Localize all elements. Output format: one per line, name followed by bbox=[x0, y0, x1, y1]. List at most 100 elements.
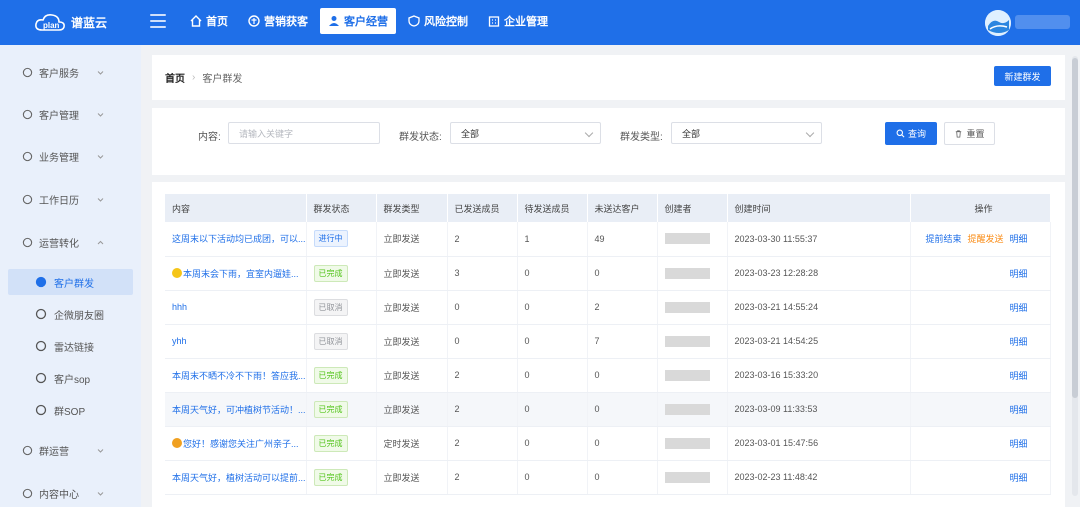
type-select[interactable]: 全部 bbox=[671, 122, 822, 144]
table-row[interactable]: 本周天气好，可冲植树节活动！... 已完成 立即发送 2 0 0 2023-03-09 11… bbox=[165, 392, 1051, 427]
content-search-input[interactable]: 请输入关键字 bbox=[228, 122, 380, 144]
row-action-link[interactable]: 提醒发送 bbox=[967, 234, 1003, 244]
row-action-link[interactable]: 明细 bbox=[1009, 439, 1027, 449]
content-cell[interactable]: 本周天气好，可冲植树节活动！... bbox=[165, 392, 307, 427]
table-row[interactable]: 本周末不晒不冷不下雨！答应我... 已完成 立即发送 2 0 0 2023-03-16 15… bbox=[165, 358, 1051, 393]
row-action-link[interactable]: 明细 bbox=[1009, 337, 1027, 347]
query-button[interactable]: 查询 bbox=[885, 122, 937, 145]
status-cell: 进行中 bbox=[306, 222, 377, 257]
nav-item-2[interactable]: 客户经营 bbox=[320, 8, 396, 34]
sidebar-subitem-4[interactable]: 群SOP bbox=[8, 397, 133, 423]
pending-cell: 0 bbox=[517, 256, 588, 291]
table-row[interactable]: 您好！感谢您关注广州亲子... 已完成 定时发送 2 0 0 2023-03-01 15:4… bbox=[165, 426, 1051, 461]
sidebar-subitem-1[interactable]: 企微朋友圈 bbox=[8, 301, 133, 327]
table-row[interactable]: hhh 已取消 立即发送 0 0 2 2023-03-21 14:55:24 明细 bbox=[165, 290, 1051, 325]
creator-blurred bbox=[664, 267, 710, 279]
content-link[interactable]: hhh bbox=[172, 302, 187, 312]
actions-cell: 明细 bbox=[910, 358, 1051, 393]
content-cell[interactable]: 您好！感谢您关注广州亲子... bbox=[165, 426, 307, 461]
row-action-link[interactable]: 明细 bbox=[1009, 303, 1027, 313]
status-filter-label: 群发状态: bbox=[399, 132, 442, 143]
sidebar-subitem-2[interactable]: 雷达链接 bbox=[8, 333, 133, 359]
type-cell: 立即发送 bbox=[376, 392, 448, 427]
content-link[interactable]: yhh bbox=[172, 336, 187, 346]
sidebar-item-6[interactable]: 内容中心 bbox=[0, 480, 141, 506]
sidebar-item-1[interactable]: 客户管理 bbox=[0, 101, 141, 127]
breadcrumb-home[interactable]: 首页 bbox=[165, 70, 185, 85]
sidebar-subitem-label: 群SOP bbox=[54, 406, 86, 418]
table-row[interactable]: yhh 已取消 立即发送 0 0 7 2023-03-21 14:54:25 明细 bbox=[165, 324, 1051, 359]
nav-item-3[interactable]: 风险控制 bbox=[400, 8, 476, 34]
undelivered-cell: 0 bbox=[587, 256, 658, 291]
avatar[interactable] bbox=[985, 10, 1011, 36]
type-cell: 立即发送 bbox=[376, 290, 448, 325]
content-cell[interactable]: 本周天气好，植树活动可以提前... bbox=[165, 460, 307, 495]
sidebar-subitem-label: 客户群发 bbox=[54, 278, 94, 290]
content-cell[interactable]: hhh bbox=[165, 290, 307, 325]
sidebar-item-5[interactable]: 群运营 bbox=[0, 437, 141, 463]
content-link[interactable]: 这周末以下活动均已成团，可以... bbox=[172, 234, 305, 244]
table-row[interactable]: 这周末以下活动均已成团，可以... 进行中 立即发送 2 1 49 2023-03-30 1… bbox=[165, 222, 1051, 257]
sidebar-subitem-0[interactable]: 客户群发 bbox=[8, 269, 133, 295]
status-cell: 已完成 bbox=[306, 460, 377, 495]
type-cell: 立即发送 bbox=[376, 460, 448, 495]
row-action-link[interactable]: 明细 bbox=[1009, 405, 1027, 415]
pending-cell: 0 bbox=[517, 290, 588, 325]
table-row[interactable]: 本周末会下雨，宜室内遛娃... 已完成 立即发送 3 0 0 2023-03-23 12:2… bbox=[165, 256, 1051, 291]
nav-item-0[interactable]: 首页 bbox=[182, 8, 236, 34]
reset-button[interactable]: 重置 bbox=[944, 122, 995, 145]
sidebar-item-label: 客户管理 bbox=[39, 110, 79, 122]
sidebar-item-0[interactable]: 客户服务 bbox=[0, 59, 141, 85]
content-link[interactable]: 您好！感谢您关注广州亲子... bbox=[183, 439, 299, 449]
sidebar-item-label: 客户服务 bbox=[39, 68, 79, 80]
row-action-link[interactable]: 明细 bbox=[1009, 371, 1027, 381]
scrollbar-thumb[interactable] bbox=[1072, 58, 1078, 398]
sent-cell: 2 bbox=[447, 392, 518, 427]
content-cell[interactable]: 这周末以下活动均已成团，可以... bbox=[165, 222, 307, 257]
content-link[interactable]: 本周末会下雨，宜室内遛娃... bbox=[183, 269, 299, 279]
nav-item-1[interactable]: 营销获客 bbox=[240, 8, 316, 34]
radar-icon bbox=[35, 340, 47, 352]
sent-cell: 2 bbox=[447, 358, 518, 393]
row-action-link[interactable]: 提前结束 bbox=[925, 234, 961, 244]
creator-cell bbox=[657, 426, 728, 461]
actions-cell: 明细 bbox=[910, 256, 1051, 291]
table-row[interactable]: 本周天气好，植树活动可以提前... 已完成 立即发送 2 0 0 2023-02-23 11… bbox=[165, 460, 1051, 495]
nav-item-4[interactable]: 企业管理 bbox=[480, 8, 556, 34]
status-badge: 已取消 bbox=[313, 298, 348, 316]
smile-emoji-icon bbox=[172, 437, 182, 448]
status-cell: 已完成 bbox=[306, 358, 377, 393]
user-name-blurred[interactable] bbox=[1015, 15, 1070, 29]
building-icon bbox=[488, 16, 500, 27]
status-badge: 已完成 bbox=[313, 468, 348, 486]
status-cell: 已取消 bbox=[306, 290, 377, 325]
status-badge: 已完成 bbox=[313, 400, 348, 418]
status-select[interactable]: 全部 bbox=[450, 122, 601, 144]
content-link[interactable]: 本周末不晒不冷不下雨！答应我... bbox=[172, 371, 305, 381]
home-icon bbox=[190, 15, 202, 27]
menu-toggle-icon[interactable] bbox=[150, 14, 166, 28]
row-action-link[interactable]: 明细 bbox=[1009, 473, 1027, 483]
creator-blurred bbox=[664, 437, 710, 449]
sidebar-subitem-3[interactable]: 客户sop bbox=[8, 365, 133, 391]
moments-icon bbox=[35, 308, 47, 320]
new-broadcast-button[interactable]: 新建群发 bbox=[994, 66, 1051, 86]
app-logo[interactable]: plan 谱蓝云 bbox=[34, 12, 107, 32]
customer-service-icon bbox=[22, 67, 33, 77]
sidebar-item-4[interactable]: 运营转化 bbox=[0, 229, 141, 255]
content-link[interactable]: 本周天气好，可冲植树节活动！... bbox=[172, 405, 305, 415]
svg-text:plan: plan bbox=[43, 21, 60, 30]
row-action-link[interactable]: 明细 bbox=[1009, 234, 1027, 244]
search-icon bbox=[896, 129, 905, 138]
created-time-cell: 2023-03-16 15:33:20 bbox=[727, 358, 911, 393]
broadcast-table: 内容 群发状态 群发类型 已发送成员 待发送成员 未送达客户 创建者 创建时间 操作 这周末以下… bbox=[165, 194, 1051, 495]
content-cell[interactable]: 本周末不晒不冷不下雨！答应我... bbox=[165, 358, 307, 393]
content-cell[interactable]: yhh bbox=[165, 324, 307, 359]
column-header: 未送达客户 bbox=[587, 194, 658, 222]
content-link[interactable]: 本周天气好，植树活动可以提前... bbox=[172, 473, 305, 483]
sidebar-item-3[interactable]: 工作日历 bbox=[0, 186, 141, 212]
row-action-link[interactable]: 明细 bbox=[1009, 269, 1027, 279]
sidebar-item-2[interactable]: 业务管理 bbox=[0, 143, 141, 169]
creator-cell bbox=[657, 222, 728, 257]
content-cell[interactable]: 本周末会下雨，宜室内遛娃... bbox=[165, 256, 307, 291]
